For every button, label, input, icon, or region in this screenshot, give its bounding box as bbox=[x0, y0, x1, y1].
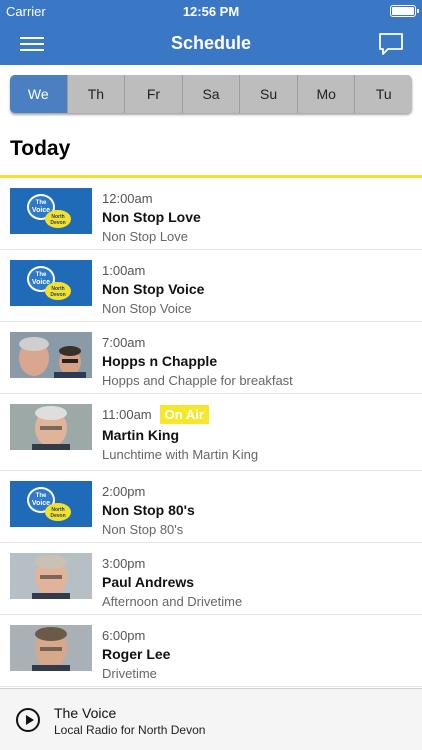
battery-icon bbox=[390, 5, 419, 17]
presenter-photo bbox=[10, 332, 92, 378]
svg-text:The: The bbox=[36, 200, 47, 206]
day-tab-we[interactable]: We bbox=[10, 75, 68, 113]
show-time: 7:00am bbox=[102, 334, 146, 350]
schedule-row-text: 7:00am Hopps n Chapple Hopps and Chapple f… bbox=[102, 333, 414, 389]
time-line: 7:00am bbox=[102, 333, 414, 351]
on-air-badge: On Air bbox=[159, 404, 209, 424]
show-time: 6:00pm bbox=[102, 627, 146, 643]
time-line: 11:00am On Air bbox=[102, 404, 414, 424]
presenter-photo bbox=[10, 404, 92, 450]
player-tagline: Local Radio for North Devon bbox=[54, 723, 206, 737]
schedule-list: The Voice North Devon 12:00am Non Stop Love No… bbox=[0, 178, 422, 687]
show-title: Non Stop Love bbox=[102, 209, 201, 225]
section-title: Today bbox=[10, 137, 71, 160]
clock: 12:56 PM bbox=[182, 4, 240, 19]
station-logo: The Voice North Devon bbox=[10, 188, 92, 234]
show-time: 12:00am bbox=[102, 190, 153, 206]
show-time: 1:00am bbox=[102, 262, 146, 278]
schedule-row[interactable]: 6:00pm Roger Lee Drivetime bbox=[0, 615, 422, 687]
schedule-row[interactable]: The Voice North Devon 2:00pm Non Stop 80's Non… bbox=[0, 471, 422, 543]
nav-bar: Schedule bbox=[0, 22, 422, 65]
time-line: 12:00am bbox=[102, 189, 414, 207]
schedule-row[interactable]: 3:00pm Paul Andrews Afternoon and Drivetim… bbox=[0, 543, 422, 615]
show-description: Afternoon and Drivetime bbox=[102, 594, 243, 609]
show-title: Non Stop Voice bbox=[102, 281, 205, 297]
schedule-row-text: 2:00pm Non Stop 80's Non Stop 80's bbox=[102, 482, 414, 538]
svg-text:Voice: Voice bbox=[32, 279, 50, 286]
schedule-row-text: 12:00am Non Stop Love Non Stop Love bbox=[102, 189, 414, 245]
show-title: Martin King bbox=[102, 427, 179, 443]
station-logo: The Voice North Devon bbox=[10, 481, 92, 527]
player-station-name: The Voice bbox=[54, 705, 117, 721]
presenter-photo bbox=[10, 625, 92, 671]
show-description: Non Stop Voice bbox=[102, 301, 192, 316]
show-title: Hopps n Chapple bbox=[102, 353, 218, 369]
svg-text:The: The bbox=[36, 493, 47, 499]
schedule-row[interactable]: The Voice North Devon 1:00am Non Stop Voice No… bbox=[0, 250, 422, 322]
time-line: 1:00am bbox=[102, 261, 414, 279]
schedule-row-text: 11:00am On Air Martin King Lunchtime with M… bbox=[102, 404, 414, 462]
show-description: Drivetime bbox=[102, 666, 157, 681]
page-title: Schedule bbox=[170, 33, 252, 53]
show-title: Roger Lee bbox=[102, 646, 171, 662]
schedule-row-text: 6:00pm Roger Lee Drivetime bbox=[102, 626, 414, 682]
schedule-row-text: 3:00pm Paul Andrews Afternoon and Drivetim… bbox=[102, 554, 414, 610]
show-time: 2:00pm bbox=[102, 483, 146, 499]
schedule-row[interactable]: 11:00am On Air Martin King Lunchtime with M… bbox=[0, 394, 422, 471]
svg-text:Devon: Devon bbox=[50, 513, 65, 519]
chat-bubble-icon[interactable] bbox=[378, 32, 404, 56]
day-tab-sa[interactable]: Sa bbox=[182, 75, 241, 113]
schedule-row[interactable]: 7:00am Hopps n Chapple Hopps and Chapple f… bbox=[0, 322, 422, 394]
show-description: Non Stop Love bbox=[102, 229, 189, 244]
play-icon[interactable] bbox=[16, 708, 40, 732]
show-description: Hopps and Chapple for breakfast bbox=[102, 373, 293, 388]
svg-text:Voice: Voice bbox=[32, 500, 50, 507]
day-tab-fr[interactable]: Fr bbox=[125, 75, 183, 113]
station-logo: The Voice North Devon bbox=[10, 260, 92, 306]
mini-player[interactable]: The Voice Local Radio for North Devon bbox=[0, 688, 422, 750]
schedule-row[interactable]: The Voice North Devon 12:00am Non Stop Love No… bbox=[0, 178, 422, 250]
svg-text:The: The bbox=[36, 272, 47, 278]
day-tab-th[interactable]: Th bbox=[67, 75, 126, 113]
svg-text:Devon: Devon bbox=[50, 292, 65, 298]
show-title: Paul Andrews bbox=[102, 574, 195, 590]
time-line: 6:00pm bbox=[102, 626, 414, 644]
time-line: 3:00pm bbox=[102, 554, 414, 572]
presenter-photo bbox=[10, 553, 92, 599]
svg-text:Devon: Devon bbox=[50, 220, 65, 226]
svg-text:Voice: Voice bbox=[32, 207, 50, 214]
day-tab-su[interactable]: Su bbox=[240, 75, 298, 113]
show-time: 11:00am bbox=[102, 406, 152, 422]
day-selector: We Th Fr Sa Su Mo Tu bbox=[10, 75, 412, 113]
day-tab-tu[interactable]: Tu bbox=[355, 75, 412, 113]
schedule-row-text: 1:00am Non Stop Voice Non Stop Voice bbox=[102, 261, 414, 317]
show-title: Non Stop 80's bbox=[102, 502, 195, 518]
show-description: Non Stop 80's bbox=[102, 522, 184, 537]
show-time: 3:00pm bbox=[102, 555, 146, 571]
status-bar: Carrier 12:56 PM bbox=[0, 0, 422, 22]
time-line: 2:00pm bbox=[102, 482, 414, 500]
day-tab-mo[interactable]: Mo bbox=[297, 75, 356, 113]
show-description: Lunchtime with Martin King bbox=[102, 447, 259, 462]
